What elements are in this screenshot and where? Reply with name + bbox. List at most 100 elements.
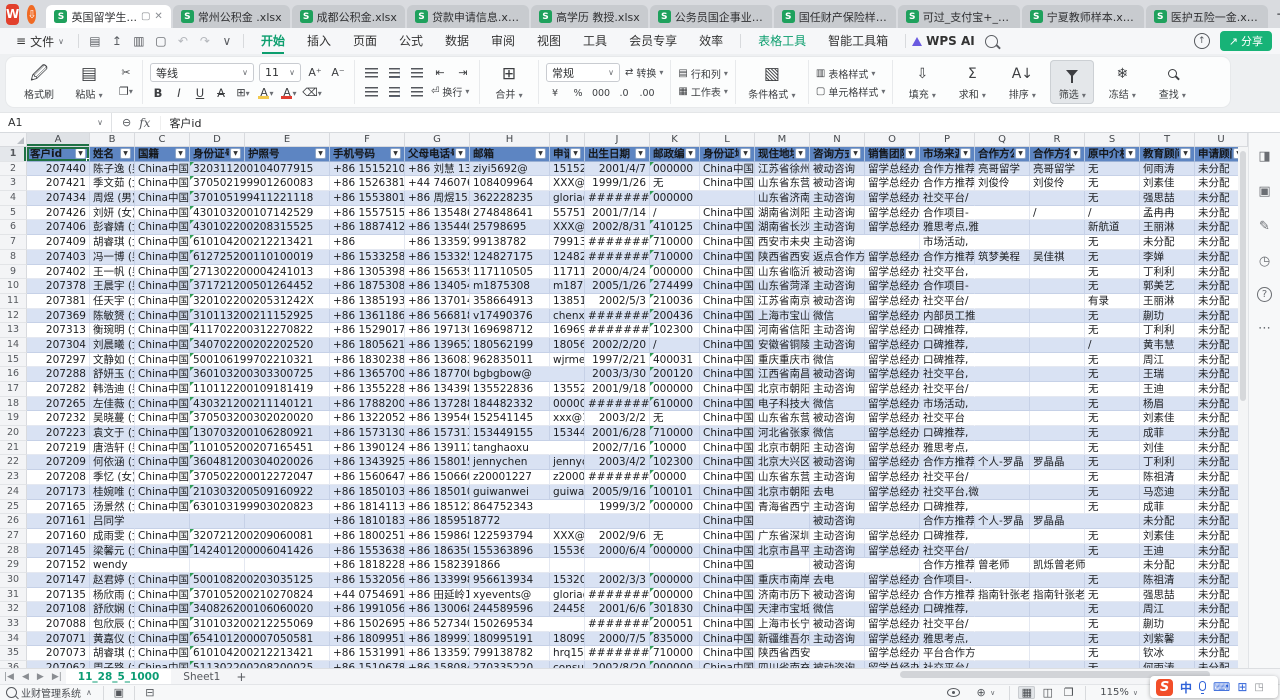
row-number[interactable]: 10 [0,279,27,294]
cell[interactable]: 微信 [810,426,865,441]
cell[interactable]: +86 1395468251 [405,411,470,426]
cell[interactable]: +86 18099519 [330,632,405,647]
cell[interactable]: 刘晨曦 (女 [90,338,135,353]
cell[interactable] [135,514,190,529]
cell[interactable]: 1999/3/2 [585,500,650,515]
cell[interactable]: 陕西省西安 [755,646,810,661]
redo-icon[interactable]: ↷ [195,32,215,51]
cell[interactable]: 被动咨询 [810,265,865,280]
cell[interactable]: 袁文于 (女 [90,426,135,441]
cell[interactable] [1030,617,1085,632]
cell[interactable]: 江苏省南京 [755,294,810,309]
cell[interactable]: 合作方推荐 [920,455,975,470]
cell[interactable]: 雅思考点, [920,441,975,456]
cell[interactable]: 杨眉 [1140,397,1195,412]
cell[interactable]: China中国 [700,470,755,485]
cell[interactable]: 山东省东营 [755,176,810,191]
preview-icon[interactable]: ▢ [151,32,171,51]
cell[interactable]: 无 [1085,485,1140,500]
cell[interactable]: guiwanwei [550,485,585,500]
cell[interactable]: 合作项目- [920,279,975,294]
cell[interactable]: 留学总经办 [865,500,920,515]
cell[interactable]: 留学总经办 [865,162,920,177]
cell[interactable]: China中国 [135,265,190,280]
cell[interactable] [550,617,585,632]
cell[interactable] [755,514,810,529]
cell[interactable]: 2003/4/2 [585,455,650,470]
cell[interactable]: China中国 [700,544,755,559]
document-tab[interactable]: S宁夏教师样本.xlsx [1022,5,1144,28]
cell[interactable]: tanghaoxu [470,441,550,456]
cell[interactable]: +86 1580841999 [405,661,470,668]
cell[interactable]: 无 [1085,382,1140,397]
header-cell[interactable]: 护照号▼ [245,147,330,162]
cell[interactable]: 山东省临沂 [755,265,810,280]
cell[interactable]: China中国 [700,529,755,544]
cell[interactable]: 汤景然 (女 [90,500,135,515]
cell[interactable] [975,426,1030,441]
cell[interactable]: 无 [1085,279,1140,294]
cell[interactable] [1030,382,1085,397]
cell[interactable]: 207381 [27,294,90,309]
cell[interactable] [1030,544,1085,559]
cell[interactable]: 207209 [27,455,90,470]
cell[interactable]: 去电 [810,485,865,500]
row-number[interactable]: 8 [0,250,27,265]
cell[interactable]: +86 13657006 [330,367,405,382]
document-tab[interactable]: S常州公积金 .xlsx [173,5,290,28]
cell[interactable]: 山东省菏泽 [755,279,810,294]
cell[interactable]: 留学总经办 [865,455,920,470]
cell[interactable]: ######## [585,470,650,485]
cell[interactable]: 370503200302020020 [190,411,245,426]
row-number[interactable]: 32 [0,602,27,617]
cell[interactable]: 200436 [650,309,700,324]
cell[interactable]: +86 1580156591 [405,455,470,470]
fill-color-icon[interactable]: A▾ [257,85,275,101]
cell[interactable]: 留学总经办 [865,646,920,661]
cell[interactable]: 舒妍玉 (女 [90,367,135,382]
cell[interactable]: +86 13552283 [330,382,405,397]
cell[interactable]: 55751588 [550,206,585,221]
cell[interactable]: 平台合作方 [920,646,975,661]
cell[interactable] [585,514,650,529]
cell[interactable]: 主动咨询 [810,338,865,353]
menu-插入[interactable]: 插入 [296,28,342,54]
column-header-J[interactable]: J [585,133,650,146]
cell[interactable]: 207440 [27,162,90,177]
cell[interactable]: 冯一博 (男 [90,250,135,265]
rows-columns-button[interactable]: ▤ 行和列▾ [678,66,727,81]
cell[interactable]: +86 1850103098 [405,485,470,500]
cell[interactable]: 包欣辰 (女 [90,617,135,632]
menu-开始[interactable]: 开始 [250,28,296,54]
cell[interactable]: z20001227 [470,470,550,485]
cell[interactable]: China中国 [700,265,755,280]
column-header-K[interactable]: K [650,133,700,146]
查找-button[interactable]: 查找 ▾ [1150,60,1194,104]
cell[interactable]: ######## [585,617,650,632]
cell[interactable]: +86 1582391866 [405,558,470,573]
filter-button[interactable]: ▼ [795,148,806,159]
cell[interactable]: 无 [650,529,700,544]
filter-button[interactable]: ▼ [685,148,696,159]
cell[interactable] [1030,397,1085,412]
formula-helper-icon[interactable]: ⊖ [122,116,131,129]
cell[interactable]: +86 18002510 [330,529,405,544]
cell[interactable]: 200051 [650,617,700,632]
cell[interactable]: m1875308 [470,279,550,294]
menu-智能工具箱[interactable]: 智能工具箱 [817,28,899,54]
cell[interactable]: 500106199702210321 [190,353,245,368]
cell[interactable]: 胡睿琪 (女 [90,235,135,250]
column-header-T[interactable]: T [1140,133,1195,146]
cell[interactable]: 山东省东营 [755,470,810,485]
cell[interactable]: 北京市昌平 [755,544,810,559]
cell[interactable] [975,500,1030,515]
eye-protect-icon[interactable] [947,688,960,697]
cell[interactable]: 陈祖清 [1140,470,1195,485]
cell[interactable]: 2002/8/20 [585,661,650,668]
cell[interactable] [1030,661,1085,668]
cell[interactable]: 无 [1085,455,1140,470]
cell[interactable]: 留学总经办 [865,338,920,353]
cell[interactable]: 710000 [650,646,700,661]
row-number[interactable]: 20 [0,426,27,441]
cell[interactable]: +86 15263810 [330,176,405,191]
